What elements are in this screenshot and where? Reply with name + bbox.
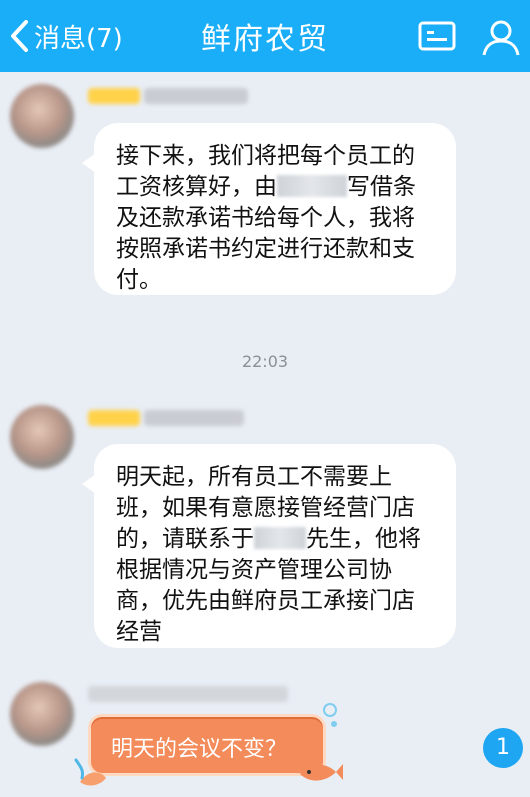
message-line-part: 工资核算好，由: [116, 174, 277, 200]
chat-header: 消息(7) 鲜府农贸: [0, 0, 530, 72]
message-line: 及还款承诺书给每个人，我将: [116, 205, 415, 231]
avatar[interactable]: [10, 682, 74, 746]
message-line-part: 先生，他将: [306, 526, 421, 552]
timestamp: 22:03: [241, 352, 289, 371]
message-line: 经营: [116, 619, 162, 645]
fish-decoration-icon: [74, 758, 106, 786]
sender-name-blurred: [88, 686, 288, 702]
message-bubble[interactable]: 接下来，我们将把每个员工的 工资核算好，由 写借条 及还款承诺书给每个人，我将 按…: [82, 123, 456, 295]
message-bubble[interactable]: 明天起，所有员工不需要上 班，如果有意愿接管经营门店 的，请联系于 先生，他将 根…: [82, 444, 456, 648]
message-line: 按照承诺书约定进行还款和支: [116, 236, 415, 262]
redacted-name: [254, 527, 306, 549]
unread-count-badge[interactable]: 1: [483, 728, 523, 768]
message-line: 班，如果有意愿接管经营门店: [116, 495, 415, 521]
message-line: 商，优先由鲜府员工承接门店: [116, 588, 415, 614]
message-line: 根据情况与资产管理公司协: [116, 557, 392, 583]
sender-name-blurred: [88, 88, 140, 104]
profile-card-icon[interactable]: [417, 16, 457, 56]
avatar[interactable]: [10, 84, 74, 148]
fish-decoration-icon: [300, 764, 343, 781]
message-line: 工资核算好，由 写借条: [116, 172, 434, 203]
message-bubble-fancy[interactable]: 明天的会议不变？: [88, 714, 326, 776]
message-line: 接下来，我们将把每个员工的: [116, 143, 415, 169]
redacted-name: [277, 175, 347, 197]
sender-name-blurred: [144, 88, 248, 104]
message-line: 的，请联系于 先生，他将: [116, 524, 434, 555]
sender-name-blurred: [88, 410, 140, 426]
bubble-decoration-icon: [323, 703, 337, 727]
message-line-part: 写借条: [347, 174, 416, 200]
message-line: 明天起，所有员工不需要上: [116, 464, 392, 490]
sender-name-blurred: [144, 410, 244, 426]
user-icon[interactable]: [480, 16, 522, 58]
message-line-part: 的，请联系于: [116, 526, 254, 552]
message-text: 明天的会议不变？: [111, 737, 288, 762]
message-line: 付。: [116, 267, 162, 293]
avatar[interactable]: [10, 405, 74, 469]
